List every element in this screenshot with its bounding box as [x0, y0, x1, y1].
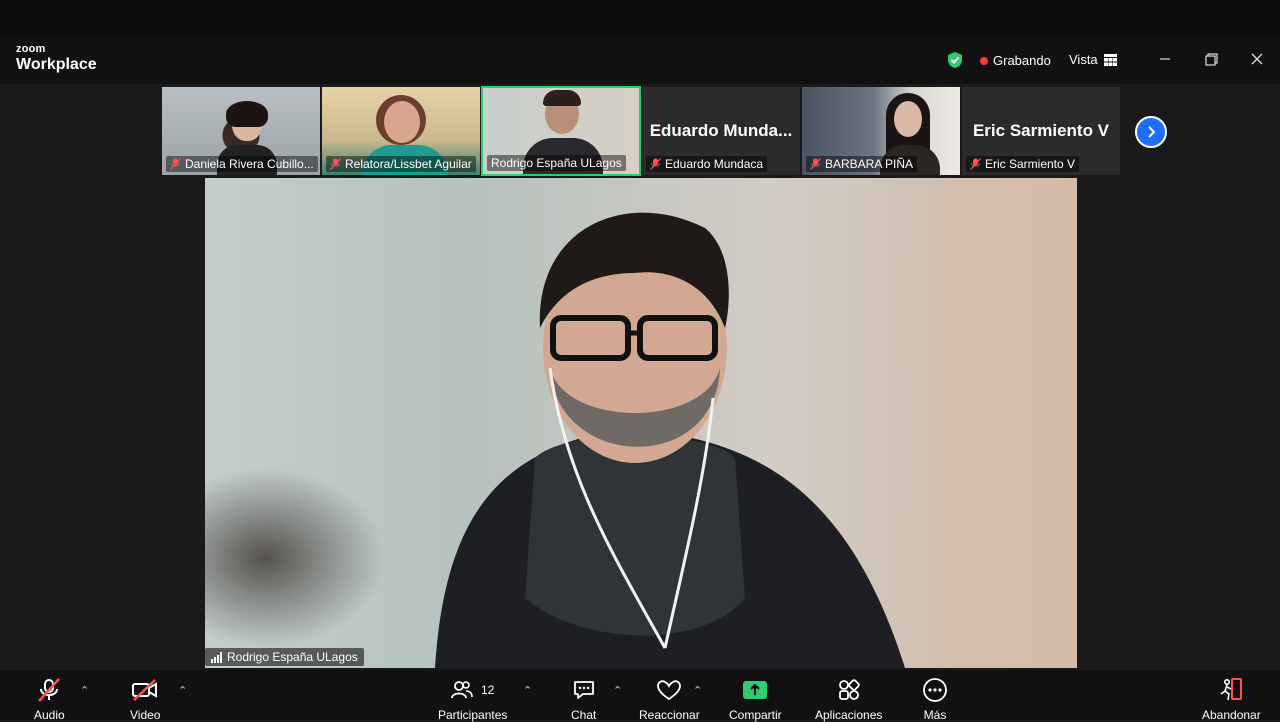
participant-tile[interactable]: Eric Sarmiento V Eric Sarmiento V [961, 86, 1121, 176]
face-front [894, 101, 922, 137]
participant-name: Rodrigo España ULagos [491, 156, 622, 170]
mic-muted-icon [810, 158, 821, 170]
participant-name-bar: Eduardo Mundaca [646, 156, 768, 172]
apps-button[interactable]: Aplicaciones [815, 676, 882, 722]
hair-shape [543, 90, 581, 106]
close-button[interactable] [1246, 48, 1268, 70]
brand-workplace: Workplace [16, 56, 97, 73]
participant-name: Relatora/Lissbet Aguilar [345, 157, 472, 171]
participant-name-bar: Eric Sarmiento V [966, 156, 1080, 172]
participant-name-bar: BARBARA PIÑA [806, 156, 918, 172]
video-options-caret-icon[interactable]: ⌃ [178, 684, 187, 697]
hair-shape [226, 101, 268, 127]
participants-count: 12 [481, 683, 495, 697]
mic-muted-icon [970, 158, 981, 170]
leave-button[interactable]: Abandonar [1202, 676, 1261, 722]
view-button[interactable]: Vista [1069, 52, 1117, 67]
participant-display-name: Eduardo Munda... [649, 121, 793, 140]
camera-off-icon [132, 679, 158, 701]
restore-icon [1204, 52, 1218, 66]
participants-button[interactable]: 12 Participantes [438, 676, 507, 722]
audio-button[interactable]: Audio [34, 676, 65, 722]
restore-button[interactable] [1200, 48, 1222, 70]
chat-options-caret-icon[interactable]: ⌃ [613, 684, 622, 697]
participant-tile[interactable]: Eduardo Munda... Eduardo Mundaca [641, 86, 801, 176]
video-button[interactable]: Video [130, 676, 160, 722]
more-options-icon [923, 678, 947, 702]
participant-display-name: Eric Sarmiento V [972, 121, 1110, 140]
mic-muted-icon [170, 158, 181, 170]
close-icon [1251, 53, 1263, 65]
audio-options-caret-icon[interactable]: ⌃ [80, 684, 89, 697]
participant-tile[interactable]: Daniela Rivera Cubillo... [161, 86, 321, 176]
apps-icon [838, 679, 860, 700]
security-shield-icon[interactable] [946, 51, 964, 69]
participant-name: BARBARA PIÑA [825, 157, 914, 171]
next-page-button[interactable] [1135, 116, 1167, 148]
participant-strip: Daniela Rivera Cubillo... Relatora/Lissb… [161, 86, 1121, 176]
participants-icon [451, 681, 473, 699]
participant-tile[interactable]: Relatora/Lissbet Aguilar [321, 86, 481, 176]
grid-view-icon [1103, 53, 1117, 66]
top-strip [0, 0, 1280, 38]
participant-tile-active[interactable]: Rodrigo España ULagos [481, 86, 641, 176]
participants-options-caret-icon[interactable]: ⌃ [523, 684, 532, 697]
recording-label: Grabando [993, 53, 1051, 68]
react-button[interactable]: Reaccionar [639, 676, 700, 722]
speaker-name-bar: Rodrigo España ULagos [205, 648, 364, 666]
recording-indicator[interactable]: Grabando [980, 53, 1051, 68]
brand-zoom: zoom [16, 43, 46, 55]
participant-tile[interactable]: BARBARA PIÑA [801, 86, 961, 176]
heart-reaction-icon [657, 680, 682, 701]
record-dot-icon [980, 56, 988, 65]
share-screen-icon [743, 681, 768, 699]
minimize-button[interactable] [1154, 48, 1176, 70]
participant-name-bar: Rodrigo España ULagos [487, 155, 626, 171]
signal-strength-icon [211, 651, 222, 663]
face-shape [384, 101, 420, 143]
mic-muted-icon [38, 678, 61, 702]
title-bar: zoom Workplace Grabando Vista [0, 0, 1280, 84]
minimize-icon [1160, 58, 1170, 60]
main-speaker-video[interactable]: Rodrigo España ULagos [205, 178, 1077, 668]
participant-name-bar: Daniela Rivera Cubillo... [166, 156, 318, 172]
app-brand: zoom Workplace [16, 44, 97, 73]
participant-name-bar: Relatora/Lissbet Aguilar [326, 156, 476, 172]
speaker-video-frame [205, 178, 1077, 668]
speaker-name: Rodrigo España ULagos [227, 650, 358, 664]
chevron-right-icon [1148, 126, 1156, 138]
view-label: Vista [1069, 52, 1098, 67]
mic-muted-icon [330, 158, 341, 170]
leave-meeting-icon [1220, 678, 1243, 701]
react-options-caret-icon[interactable]: ⌃ [693, 684, 702, 697]
more-button[interactable]: Más [922, 676, 948, 722]
chat-bubble-icon [573, 681, 594, 699]
mic-muted-icon [650, 158, 661, 170]
participant-name: Eric Sarmiento V [985, 157, 1076, 171]
participant-name: Eduardo Mundaca [665, 157, 764, 171]
chat-button[interactable]: Chat [571, 676, 596, 722]
share-button[interactable]: Compartir [729, 676, 782, 722]
participant-name: Daniela Rivera Cubillo... [185, 157, 314, 171]
